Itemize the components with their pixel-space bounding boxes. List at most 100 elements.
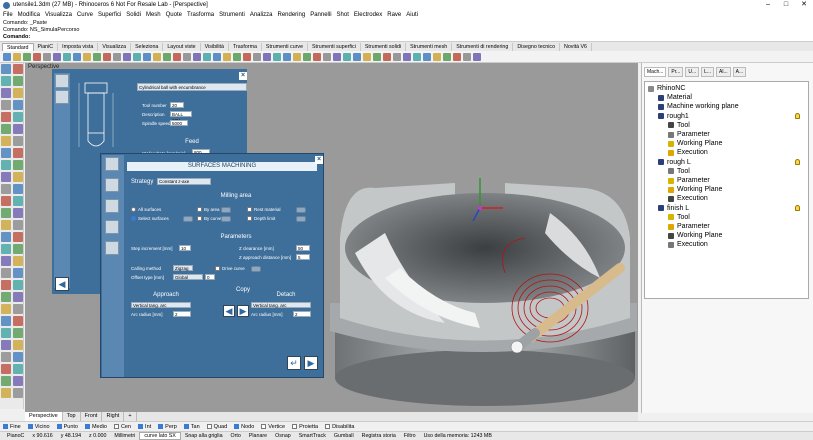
toolbar-tab[interactable]: Visualizza [98,43,132,51]
tree-item[interactable]: Parameter [668,222,710,231]
tool-icon[interactable] [13,100,23,110]
tool-icon[interactable] [1,304,11,314]
toolbar-icon[interactable] [113,52,121,61]
osnap-fine[interactable]: Fine [3,424,21,430]
toolbar-tab[interactable]: PianiC [34,43,59,51]
toolbar-tab[interactable]: Strumenti di rendering [452,43,514,51]
by-curve-check[interactable]: By curve [197,216,222,221]
osnap-quad[interactable]: Quad [206,424,227,430]
detach-select[interactable]: Vertical tang. arc [251,302,311,308]
current-layer[interactable]: curve lato SX [139,432,181,440]
description-field[interactable]: BALL 12H [170,111,192,123]
select-surfaces-radio[interactable]: Select surfaces [131,216,169,221]
rest-material-button[interactable] [296,207,306,213]
tool-icon[interactable] [1,184,11,194]
tool-icon[interactable] [13,280,23,290]
tree-item[interactable]: Parameter [668,130,710,139]
osnap-nodo[interactable]: Nodo [234,424,254,430]
toolbar-tab[interactable]: Layout viste [163,43,201,51]
tool-icon[interactable] [13,172,23,182]
toolbar-tab[interactable]: Seleziona [131,43,164,51]
osnap-vicino[interactable]: Vicino [27,424,50,430]
tool-icon[interactable] [1,244,11,254]
toolbar-icon[interactable] [223,52,231,61]
status-toggle[interactable]: Filtro [400,433,420,439]
menu-item-trasforma[interactable]: Trasforma [187,12,214,18]
panel-tab[interactable]: L... [701,67,715,77]
tool-icon[interactable] [1,268,11,278]
tree-item[interactable]: Execution [668,194,708,203]
toolbar-icon[interactable] [343,52,351,61]
calling-method-select[interactable]: Zigzag [173,265,193,271]
menu-item-rave[interactable]: Rave [387,12,401,18]
toolbar-icon[interactable] [93,52,101,61]
tree-item[interactable]: Material [658,93,692,102]
toolbar-icon[interactable] [443,52,451,61]
tool-icon[interactable] [1,112,11,122]
toolbar-tab[interactable]: Novità V6 [560,43,592,51]
rest-material-check[interactable]: Rest material [247,207,281,212]
sidebar-tab-icon[interactable] [105,241,119,255]
toolbar-icon[interactable] [123,52,131,61]
toolbar-tab[interactable]: Strumenti superfici [308,43,361,51]
approach-arc-field[interactable]: 2 [173,311,191,317]
tool-icon[interactable] [13,304,23,314]
close-button[interactable]: ✕ [795,0,813,10]
toolbar-icon[interactable] [353,52,361,61]
tool-icon[interactable] [13,208,23,218]
status-toggle[interactable]: Osnap [271,433,295,439]
toolbar-icon[interactable] [23,52,31,61]
tree-item[interactable]: finish L [658,204,689,213]
offset-value-field[interactable]: 0 [205,274,215,280]
perspective-viewport[interactable]: Perspective ◀ Cylindrical ball with encu… [25,63,638,413]
tool-icon[interactable] [1,76,11,86]
toolbar-icon[interactable] [293,52,301,61]
menu-item-mesh[interactable]: Mesh [146,12,161,18]
tool-icon[interactable] [13,76,23,86]
light-bulb-icon[interactable] [795,204,800,211]
surf-dialog-close-button[interactable]: × [315,156,323,164]
step-field[interactable]: 10 [179,245,191,251]
tool-tab-button[interactable] [55,90,69,104]
osnap-disabilita[interactable]: Disabilita [325,424,354,430]
all-surfaces-radio[interactable]: All surfaces [131,207,161,212]
tool-icon[interactable] [1,340,11,350]
osnap-int[interactable]: Int [138,424,151,430]
tool-icon[interactable] [13,196,23,206]
tool-icon[interactable] [13,316,23,326]
tool-icon[interactable] [1,136,11,146]
tree-item[interactable]: RhinoNC [648,84,685,93]
osnap-vertice[interactable]: Vertice [261,424,285,430]
status-toggle[interactable]: Orto [227,433,245,439]
menu-item-superfici[interactable]: Superfici [98,12,121,18]
toolbar-icon[interactable] [283,52,291,61]
tool-icon[interactable] [13,364,23,374]
tool-icon[interactable] [1,196,11,206]
tool-icon[interactable] [13,64,23,74]
osnap-perp[interactable]: Perp [158,424,177,430]
status-toggle[interactable]: Registra storia [358,433,400,439]
toolbar-icon[interactable] [73,52,81,61]
toolbar-icon[interactable] [63,52,71,61]
menu-item-strumenti[interactable]: Strumenti [219,12,245,18]
panel-tab[interactable]: Mach... [644,67,667,77]
tool-icon[interactable] [13,232,23,242]
tool-icon[interactable] [1,160,11,170]
tool-icon[interactable] [1,64,11,74]
tool-icon[interactable] [1,220,11,230]
toolbar-icon[interactable] [393,52,401,61]
status-toggle[interactable]: Snap alla griglia [181,433,227,439]
status-toggle[interactable]: Uso della memoria: 1243 MB [420,433,496,439]
tool-number-field[interactable]: 20 [170,102,184,108]
z-clearance-field[interactable]: 50 [296,245,310,251]
minimize-button[interactable]: – [759,0,777,10]
menu-item-file[interactable]: File [3,12,13,18]
tool-type-value[interactable]: Cylindrical ball with encumbrance [137,83,247,91]
tool-icon[interactable] [1,100,11,110]
tool-tab-button[interactable] [55,74,69,88]
tree-item[interactable]: Parameter [668,176,710,185]
toolbar-icon[interactable] [363,52,371,61]
menu-item-pannelli[interactable]: Pannelli [310,12,331,18]
menu-item-aiuti[interactable]: Aiuti [406,12,418,18]
tool-icon[interactable] [1,172,11,182]
